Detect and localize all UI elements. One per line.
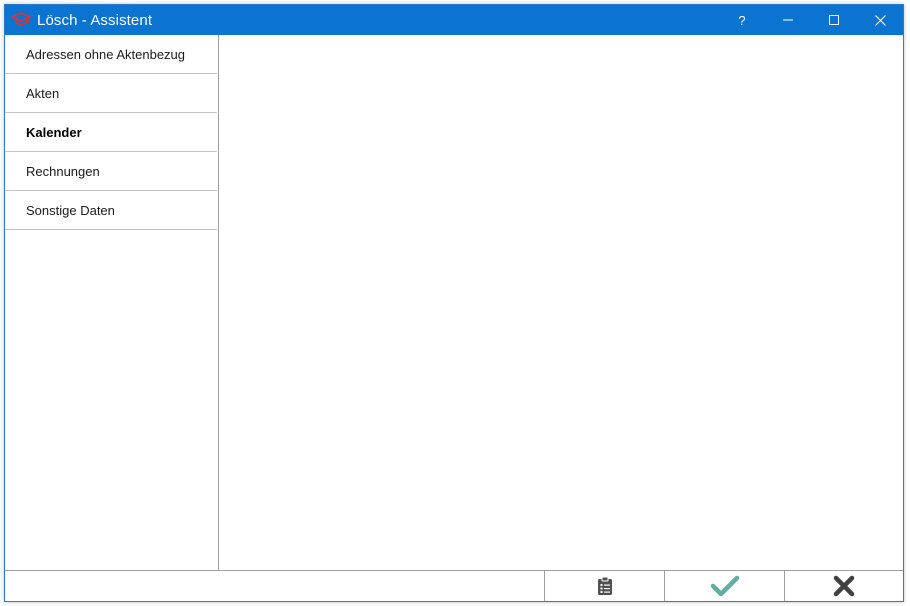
sidebar-item-label: Sonstige Daten — [26, 202, 115, 218]
sidebar-item-kalender[interactable]: Kalender — [5, 113, 217, 152]
minimize-button[interactable] — [765, 5, 811, 35]
sidebar-item-rechnungen[interactable]: Rechnungen — [5, 152, 217, 191]
sidebar-item-label: Akten — [26, 85, 60, 101]
footer-toolbar — [5, 570, 903, 601]
footer-spacer — [5, 571, 544, 601]
losch-assistant-window: Lösch - Assistent ? Adressen ohne Aktenb… — [4, 4, 904, 602]
window-controls: ? — [719, 5, 903, 35]
close-icon — [874, 14, 886, 26]
sidebar-item-adressen[interactable]: Adressen ohne Aktenbezug — [5, 35, 217, 74]
minimize-icon — [783, 19, 793, 21]
checkmark-icon — [710, 575, 739, 597]
close-button[interactable] — [857, 5, 903, 35]
help-button[interactable]: ? — [719, 5, 765, 35]
help-label: ? — [738, 12, 746, 28]
graduation-cap-icon — [10, 9, 32, 31]
maximize-icon — [829, 15, 839, 25]
sidebar-item-label: Kalender — [26, 124, 82, 140]
sidebar-item-label: Rechnungen — [26, 163, 100, 179]
cancel-button[interactable] — [784, 571, 903, 601]
category-sidebar: Adressen ohne Aktenbezug Akten Kalender … — [5, 35, 219, 570]
content-panel — [219, 35, 903, 570]
clipboard-list-icon — [597, 576, 612, 595]
cancel-x-icon — [833, 575, 855, 597]
protocol-button[interactable] — [544, 571, 664, 601]
window-title: Lösch - Assistent — [37, 11, 153, 29]
ok-button[interactable] — [664, 571, 784, 601]
sidebar-item-label: Adressen ohne Aktenbezug — [26, 46, 186, 62]
sidebar-item-sonstige-daten[interactable]: Sonstige Daten — [5, 191, 217, 230]
sidebar-item-akten[interactable]: Akten — [5, 74, 217, 113]
maximize-button[interactable] — [811, 5, 857, 35]
title-bar[interactable]: Lösch - Assistent ? — [5, 5, 903, 35]
